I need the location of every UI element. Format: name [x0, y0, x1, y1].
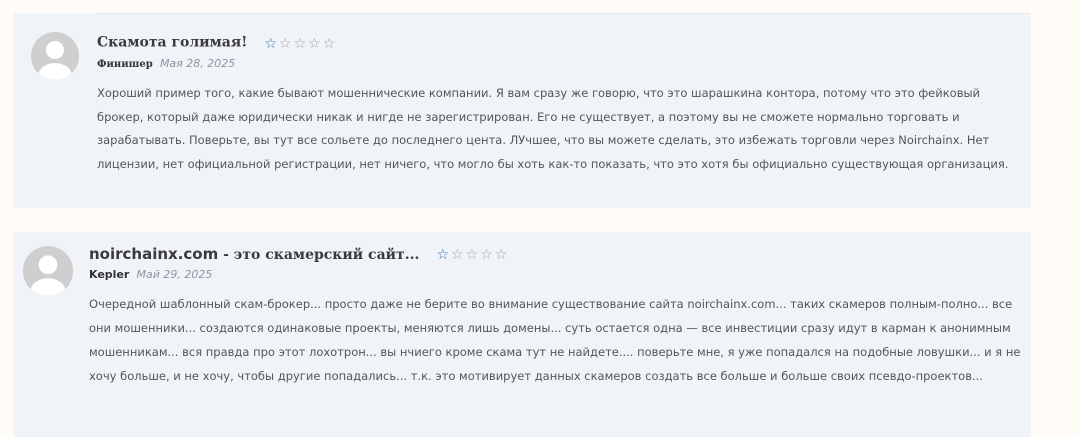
- review-meta: Kepler Май 29, 2025: [89, 268, 212, 281]
- star-filled-icon: ☆: [436, 247, 449, 263]
- star-filled-icon: ☆: [264, 36, 277, 52]
- star-empty-icon: ☆: [465, 247, 479, 263]
- star-empty-icon: ☆: [494, 247, 508, 263]
- review-text: Хороший пример того, какие бывают мошенн…: [97, 86, 1009, 171]
- rating-stars: ☆ ☆ ☆ ☆ ☆: [264, 33, 337, 52]
- review-title: Скамота голимая!: [97, 34, 248, 51]
- star-empty-icon: ☆: [451, 247, 464, 263]
- review-text: Очередной шаблонный скам-брокер... прост…: [89, 297, 1021, 383]
- divider: [96, 13, 1031, 14]
- star-empty-icon: ☆: [322, 36, 336, 52]
- review-title-rest: - это скамерский сайт...: [218, 246, 420, 263]
- star-empty-icon: ☆: [293, 36, 307, 52]
- user-avatar-icon: [31, 32, 79, 80]
- rating-stars: ☆ ☆ ☆ ☆ ☆: [436, 244, 509, 263]
- review-header: Скамота голимая! ☆ ☆ ☆ ☆ ☆: [97, 32, 337, 52]
- review-author: Финишер: [97, 59, 153, 70]
- star-empty-icon: ☆: [308, 36, 321, 52]
- review-card: noirchainx.com - это скамерский сайт... …: [14, 232, 1031, 437]
- review-title: noirchainx.com - это скамерский сайт...: [89, 244, 420, 263]
- review-header: noirchainx.com - это скамерский сайт... …: [89, 243, 509, 263]
- review-title-site: noirchainx.com: [89, 244, 219, 263]
- review-date: Мая 28, 2025: [159, 57, 236, 70]
- review-date: Май 29, 2025: [136, 268, 213, 281]
- review-author: Kepler: [89, 268, 130, 281]
- star-empty-icon: ☆: [480, 247, 493, 263]
- review-meta: Финишер Мая 28, 2025: [97, 57, 235, 70]
- review-card: Скамота голимая! ☆ ☆ ☆ ☆ ☆ Финишер Мая 28, 2…: [14, 13, 1031, 208]
- user-avatar-icon: [23, 246, 73, 296]
- star-empty-icon: ☆: [279, 36, 292, 52]
